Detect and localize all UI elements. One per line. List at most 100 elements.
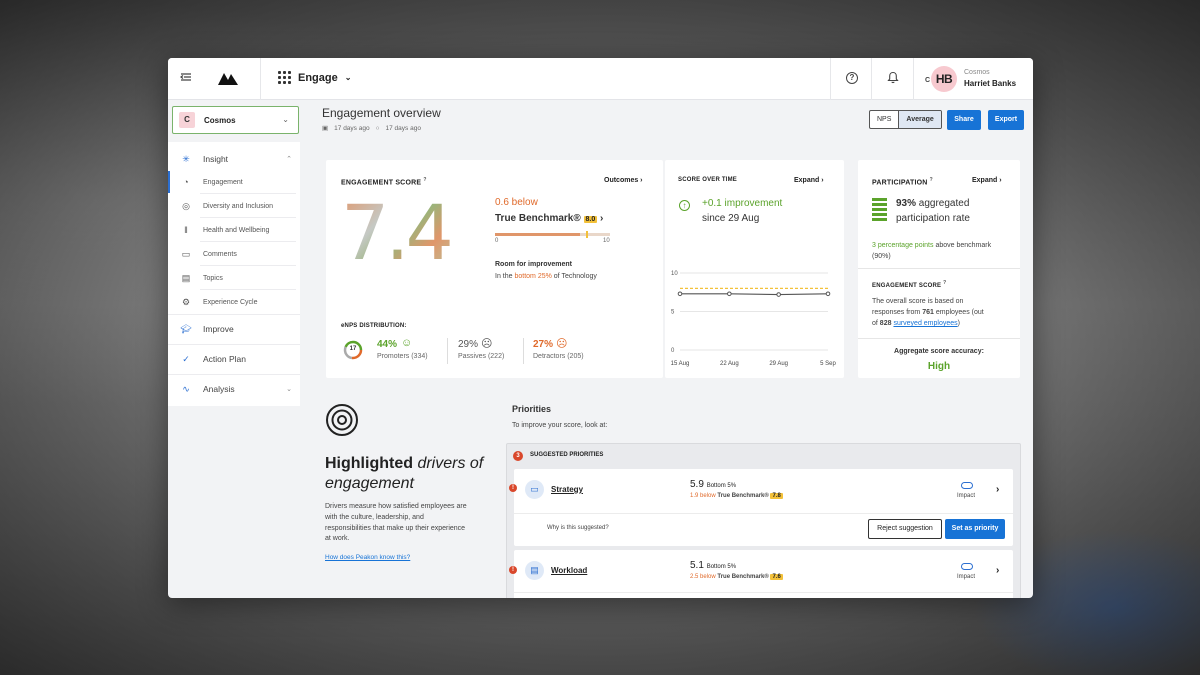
priority-name[interactable]: Workload <box>551 566 587 575</box>
benchmark-compare: 3 percentage points above benchmark <box>872 242 992 249</box>
date-updated: 17 days ago <box>385 124 421 132</box>
x-tick-label: 5 Sep <box>820 361 836 367</box>
toggle-nps[interactable]: NPS <box>870 111 898 128</box>
gauge-icon: ◔ <box>183 177 189 187</box>
outcomes-link[interactable]: Outcomes › <box>604 177 643 184</box>
impact-label: Impact <box>957 493 976 499</box>
app-window: Engage ⌄ ? HB C Cosmos Harriet Banks C C… <box>168 58 1033 598</box>
chevron-right-icon[interactable]: › <box>996 484 999 495</box>
score-mode-toggle: NPS Average <box>869 110 942 129</box>
improvement-text: +0.1 improvement <box>702 198 783 209</box>
sidebar-item-label: Topics <box>203 274 223 282</box>
collapse-menu-icon[interactable] <box>180 71 194 85</box>
avatar-org-initial: C <box>925 77 931 84</box>
chevron-right-icon[interactable]: › <box>996 565 999 576</box>
priority-score: 5.9 Bottom 5% <box>690 479 737 490</box>
sidebar-item-comments[interactable]: ▭ Comments <box>168 246 300 262</box>
divider <box>168 314 300 315</box>
score-desc-3: of 828 surveyed employees) <box>872 320 960 327</box>
benchmark-row[interactable]: True Benchmark® 8.0 › <box>495 213 603 224</box>
score-desc-1: The overall score is based on <box>872 298 964 305</box>
drivers-description: Drivers measure how satisfied employees … <box>325 503 467 543</box>
topbar-divider <box>871 58 872 100</box>
bell-icon[interactable] <box>887 71 899 89</box>
engagement-score-subtitle: ENGAGEMENT SCORE ? <box>872 280 947 289</box>
priority-name[interactable]: Strategy <box>551 485 583 494</box>
divider <box>200 289 296 290</box>
room-title: Room for improvement <box>495 261 573 268</box>
promoters-label: Promoters (334) <box>377 353 428 360</box>
insight-icon: ✳ <box>182 153 190 164</box>
avatar[interactable]: HB <box>931 66 957 92</box>
x-tick-label: 22 Aug <box>720 361 739 367</box>
divider <box>858 338 1020 339</box>
set-as-priority-button[interactable]: Set as priority <box>945 519 1005 539</box>
date-created: 17 days ago <box>334 124 370 132</box>
export-button[interactable]: Export <box>988 110 1024 130</box>
card-title: PARTICIPATION ? <box>872 177 933 187</box>
sidebar-item-improve[interactable]: 🎓︎ Improve <box>168 320 300 338</box>
sidebar-item-insight[interactable]: ✳ Insight ⌃ <box>168 150 300 168</box>
surveyed-employees-link[interactable]: surveyed employees <box>893 320 957 327</box>
sidebar-item-topics[interactable]: ▤ Topics <box>168 270 300 286</box>
expand-link[interactable]: Expand › <box>794 177 824 184</box>
reject-suggestion-button[interactable]: Reject suggestion <box>868 519 942 539</box>
topbar-divider <box>913 58 914 100</box>
sidebar-item-action-plan[interactable]: ✓ Action Plan <box>168 350 300 368</box>
user-name[interactable]: Harriet Banks <box>964 79 1016 88</box>
priority-benchmark: 1.9 below True Benchmark® 7.8 <box>690 493 783 499</box>
priorities-title: Priorities <box>512 404 552 414</box>
sidebar-item-experience-cycle[interactable]: ⚙ Experience Cycle <box>168 294 300 310</box>
warning-icon: ! <box>509 566 517 574</box>
scale-min: 0 <box>495 238 499 244</box>
product-label: Engage <box>298 71 338 84</box>
score-scale-bar <box>495 231 610 238</box>
sidebar: ✳ Insight ⌃ ◔ Engagement ◎ Diversity and… <box>168 142 300 406</box>
drivers-title: Highlighted drivers of engagement <box>325 455 484 492</box>
sidebar-item-label: Diversity and Inclusion <box>203 202 274 210</box>
product-switcher[interactable]: Engage ⌄ <box>278 71 351 84</box>
sidebar-item-engagement[interactable]: ◔ Engagement <box>168 174 300 190</box>
peakon-info-link[interactable]: How does Peakon know this? <box>325 554 410 561</box>
divider <box>168 344 300 345</box>
sidebar-item-diversity[interactable]: ◎ Diversity and Inclusion <box>168 198 300 214</box>
analysis-icon: ∿ <box>182 383 190 394</box>
sidebar-item-label: Improve <box>203 324 234 334</box>
workload-icon: ▤ <box>525 561 544 580</box>
scale-max: 10 <box>603 238 610 244</box>
participation-card: PARTICIPATION ? Expand › 93% aggregated … <box>858 160 1020 378</box>
sidebar-item-label: Insight <box>203 154 229 164</box>
impact-label: Impact <box>957 574 976 580</box>
user-org: Cosmos <box>964 69 990 76</box>
promoters-pct: 44% <box>377 339 398 350</box>
score-point <box>776 292 781 297</box>
accuracy-title: Aggregate score accuracy: <box>894 348 984 355</box>
toggle-average[interactable]: Average <box>898 111 941 128</box>
priority-count-badge: 3 <box>513 451 523 461</box>
peakon-logo-icon[interactable] <box>218 71 238 90</box>
calendar-icon: ▣ <box>322 125 329 132</box>
divider <box>447 338 448 364</box>
card-title: SCORE OVER TIME <box>678 177 738 183</box>
divider <box>200 241 296 242</box>
detractors-label: Detractors (205) <box>533 353 584 360</box>
sad-face-icon: ☹ <box>556 338 568 350</box>
sidebar-item-label: Analysis <box>203 384 235 394</box>
share-button[interactable]: Share <box>947 110 981 130</box>
why-suggested-link[interactable]: Why is this suggested? <box>547 525 609 531</box>
expand-link[interactable]: Expand › <box>972 177 1002 184</box>
chevron-up-icon: ⌃ <box>286 156 292 163</box>
sidebar-item-analysis[interactable]: ∿ Analysis ⌄ <box>168 380 300 398</box>
passives-pct: 29% <box>458 339 479 350</box>
passives-label: Passives (222) <box>458 353 505 360</box>
divider <box>858 268 1020 269</box>
help-icon[interactable]: ? <box>846 72 858 84</box>
priority-benchmark: 2.5 below True Benchmark® 7.6 <box>690 574 783 580</box>
benchmark-label: True Benchmark® <box>495 213 581 224</box>
page-title: Engagement overview <box>322 106 441 120</box>
topbar-divider <box>260 58 261 100</box>
comment-icon: ▭ <box>181 248 191 259</box>
participation-rate: 93% aggregated <box>896 198 970 209</box>
org-selector[interactable]: C Cosmos ⌄ <box>172 106 299 134</box>
sidebar-item-health[interactable]: ǁ Health and Wellbeing <box>168 222 300 238</box>
